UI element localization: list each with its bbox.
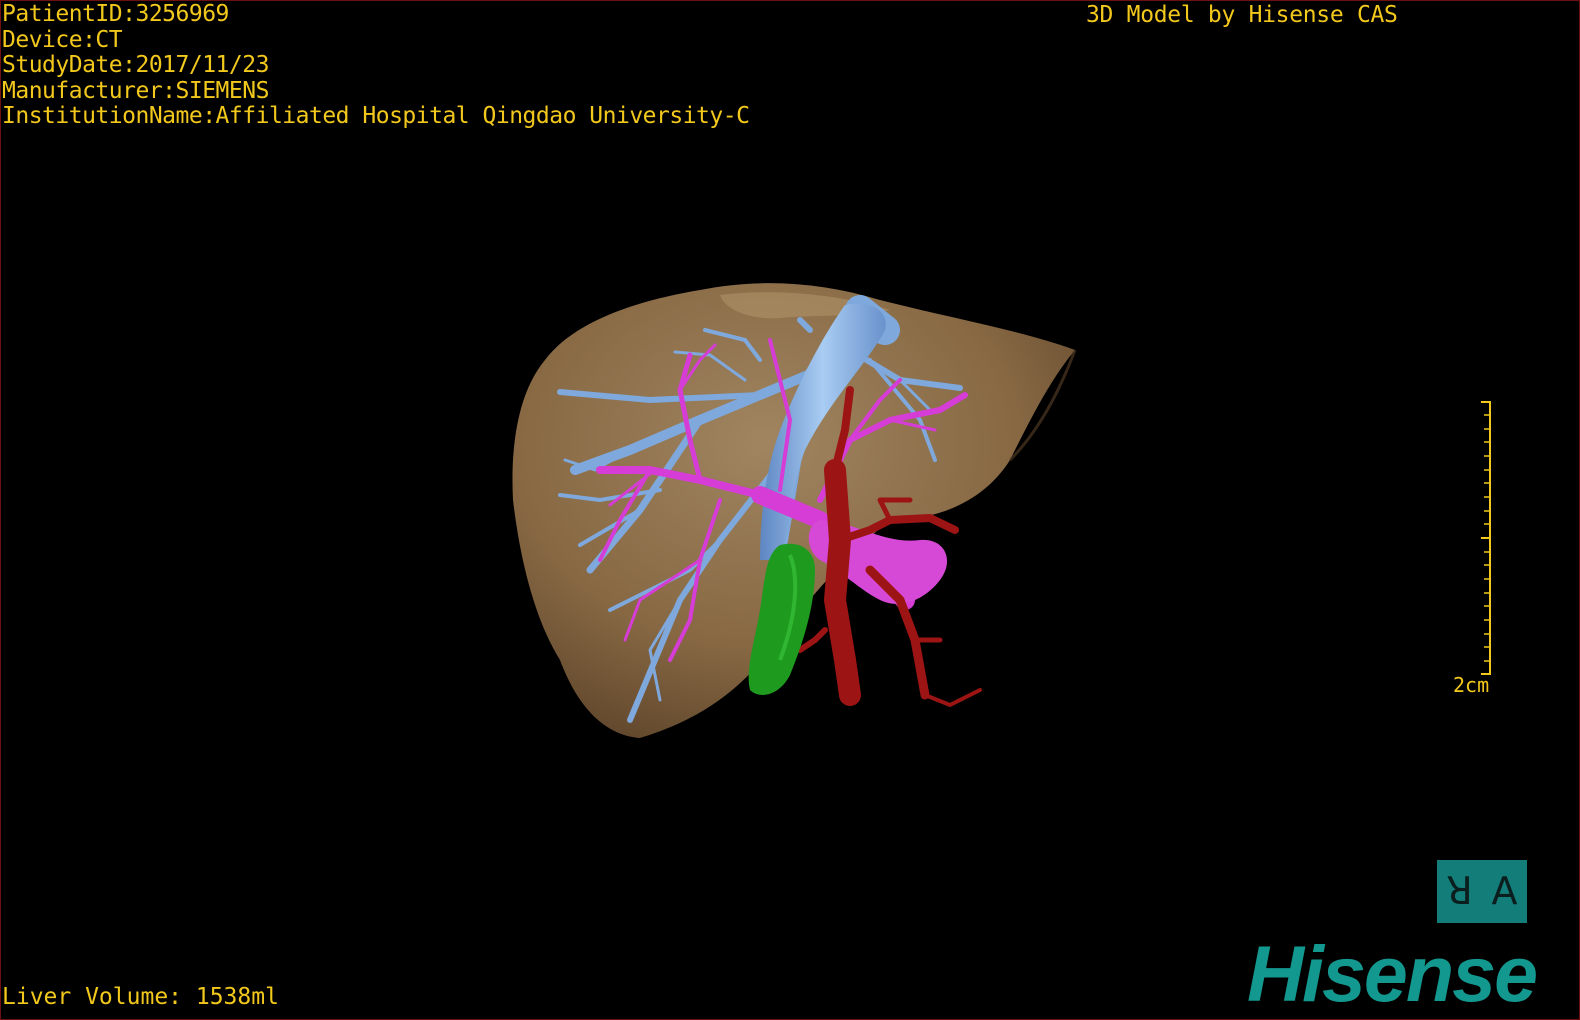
scale-bar-label: 2cm	[1453, 673, 1490, 697]
liver-volume: Liver Volume: 1538ml	[2, 984, 279, 1010]
hisense-logo: Hisense	[1247, 929, 1538, 1018]
orientation-toggle-label: A	[1491, 869, 1518, 913]
orientation-toggle-button[interactable]: ꓤ A	[1437, 860, 1527, 923]
orientation-toggle-icon: ꓤ	[1446, 869, 1473, 913]
scale-bar	[1481, 401, 1491, 675]
liver-3d-model[interactable]	[0, 0, 1580, 1020]
